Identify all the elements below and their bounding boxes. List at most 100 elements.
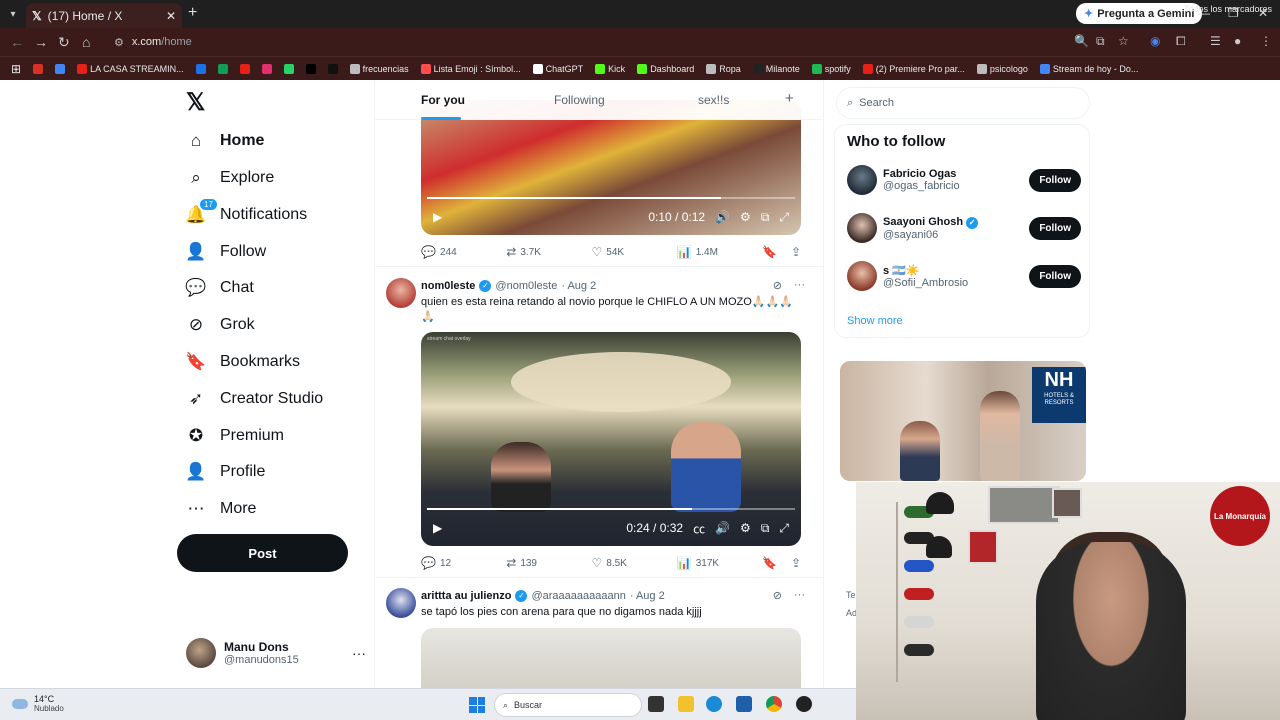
nav-item-bookmarks[interactable]: 🔖 Bookmarks: [185, 347, 300, 377]
author-name[interactable]: nom0leste: [421, 280, 475, 292]
edge-icon[interactable]: [706, 696, 722, 712]
all-bookmarks[interactable]: Todos los marcadores: [1184, 4, 1272, 14]
search-input[interactable]: ⌕ Search: [836, 87, 1090, 119]
views-button[interactable]: 📊 1.4M: [677, 245, 762, 259]
volume-icon[interactable]: 🔊: [715, 521, 730, 535]
bookmark-item[interactable]: [259, 63, 275, 74]
bookmark-item[interactable]: [52, 63, 68, 74]
nav-item-chat[interactable]: 💬 Chat: [185, 273, 253, 303]
windows-start-icon[interactable]: [469, 697, 485, 713]
volume-icon[interactable]: 🔊: [715, 210, 730, 224]
grok-icon[interactable]: ⊘: [773, 589, 782, 602]
url-bar[interactable]: ⚙ x.com/home: [106, 31, 1146, 53]
bookmark-item[interactable]: [237, 63, 253, 74]
chrome-icon[interactable]: [766, 696, 782, 712]
reply-button[interactable]: 💬 12: [421, 556, 506, 570]
nav-item-creator-studio[interactable]: ➶ Creator Studio: [186, 384, 323, 414]
bookmark-item[interactable]: Kick: [592, 63, 628, 74]
fullscreen-icon[interactable]: ⤢: [779, 210, 789, 225]
star-icon[interactable]: ☆: [1118, 34, 1129, 48]
bookmark-item[interactable]: Stream de hoy - Do...: [1037, 63, 1142, 74]
tab-following[interactable]: Following: [554, 93, 605, 107]
suggestion-row[interactable]: Saayoni Ghosh ✓ @sayani06 Follow: [847, 213, 1081, 243]
author-handle[interactable]: @nom0leste: [495, 280, 557, 292]
suggestion-name[interactable]: Fabricio Ogas: [883, 168, 960, 180]
bookmark-item[interactable]: Dashboard: [634, 63, 697, 74]
extensions-icon[interactable]: ⧠: [1176, 34, 1186, 49]
share-icon[interactable]: ⇪: [791, 245, 801, 259]
bookmark-icon[interactable]: 🔖: [762, 556, 777, 570]
sponsored-ad-image[interactable]: NH HOTELS & RESORTS: [840, 361, 1086, 481]
nav-item-profile[interactable]: 👤 Profile: [185, 457, 265, 487]
like-button[interactable]: ♡ 54K: [592, 245, 677, 259]
follow-button[interactable]: Follow: [1029, 216, 1081, 240]
fullscreen-icon[interactable]: ⤢: [779, 521, 789, 536]
post-button[interactable]: Post: [177, 534, 348, 572]
tab-search-icon[interactable]: ▾: [4, 5, 22, 23]
suggestion-row[interactable]: Fabricio Ogas @ogas_fabricio Follow: [847, 165, 1081, 195]
bookmark-item[interactable]: [193, 63, 209, 74]
bookmark-item[interactable]: psicologo: [974, 63, 1031, 74]
store-icon[interactable]: [736, 696, 752, 712]
bookmark-item[interactable]: ChatGPT: [530, 63, 587, 74]
tweet-date[interactable]: · Aug 2: [630, 590, 665, 602]
video-player[interactable]: stream chat overlay ▶ 0:24 / 0:32 ㏄ 🔊 ⚙ …: [421, 332, 801, 546]
tab-custom-list[interactable]: sex!!s: [698, 93, 729, 107]
bookmark-item[interactable]: [325, 63, 341, 74]
tweet-date[interactable]: · Aug 2: [561, 280, 596, 292]
extension-icon[interactable]: ◉: [1150, 34, 1160, 48]
bookmark-item[interactable]: [215, 63, 231, 74]
account-more-icon[interactable]: ···: [352, 645, 366, 661]
install-icon[interactable]: ⧉: [1096, 34, 1105, 49]
play-icon[interactable]: ▶: [433, 210, 442, 224]
tweet-more-icon[interactable]: ···: [794, 589, 805, 602]
obs-icon[interactable]: [796, 696, 812, 712]
x-logo-icon[interactable]: 𝕏: [186, 88, 205, 117]
suggestion-row[interactable]: s 🇦🇷☀️ @Sofii_Ambrosio Follow: [847, 261, 1081, 291]
repost-button[interactable]: ⇄ 139: [506, 556, 591, 570]
bookmark-item[interactable]: Ropa: [703, 63, 744, 74]
like-button[interactable]: ♡ 8.5K: [592, 556, 677, 570]
tab-close-icon[interactable]: ✕: [166, 9, 176, 23]
add-tab-icon[interactable]: +: [785, 90, 794, 107]
forward-icon[interactable]: →: [34, 34, 48, 50]
task-view-icon[interactable]: [648, 696, 664, 712]
media-icon[interactable]: ☰: [1210, 34, 1221, 48]
reload-icon[interactable]: ↻: [58, 34, 70, 51]
captions-icon[interactable]: ㏄: [693, 520, 705, 537]
nav-item-premium[interactable]: ✪ Premium: [186, 421, 284, 451]
browser-menu-icon[interactable]: ⋮: [1260, 34, 1272, 48]
follow-button[interactable]: Follow: [1029, 264, 1081, 288]
follow-button[interactable]: Follow: [1029, 168, 1081, 192]
browser-tab-active[interactable]: 𝕏 (17) Home / X ✕: [26, 3, 182, 28]
nav-item-home[interactable]: ⌂ Home: [186, 126, 265, 156]
bookmark-item[interactable]: [281, 63, 297, 74]
pip-icon[interactable]: ⧉: [761, 521, 770, 536]
avatar[interactable]: [386, 588, 416, 618]
weather-widget[interactable]: 14°C Nublado: [12, 694, 64, 714]
settings-icon[interactable]: ⚙: [740, 521, 751, 535]
site-info-icon[interactable]: ⚙: [114, 36, 124, 49]
account-switcher[interactable]: Manu Dons @manudons15 ···: [186, 638, 366, 668]
repost-button[interactable]: ⇄ 3.7K: [506, 245, 591, 259]
file-explorer-icon[interactable]: [678, 696, 694, 712]
home-page-icon[interactable]: ⌂: [82, 34, 90, 50]
nav-item-notifications[interactable]: 🔔 17 Notifications: [185, 199, 307, 230]
avatar[interactable]: [847, 261, 877, 291]
suggestion-name[interactable]: Saayoni Ghosh ✓: [883, 216, 979, 229]
avatar[interactable]: [847, 213, 877, 243]
bookmark-item[interactable]: Milanote: [750, 63, 803, 74]
bookmark-item[interactable]: (2) Premiere Pro par...: [860, 63, 968, 74]
back-icon[interactable]: ←: [10, 34, 24, 50]
reply-button[interactable]: 💬 244: [421, 245, 506, 259]
nav-item-grok[interactable]: ⊘ Grok: [186, 310, 255, 340]
nav-item-more[interactable]: ⋯ More: [186, 494, 257, 524]
bookmark-icon[interactable]: 🔖: [762, 245, 777, 259]
footer-link[interactable]: Te: [846, 590, 856, 600]
pip-icon[interactable]: ⧉: [761, 210, 770, 225]
show-more-link[interactable]: Show more: [847, 315, 903, 327]
tweet-more-icon[interactable]: ···: [794, 279, 805, 292]
views-button[interactable]: 📊 317K: [677, 556, 762, 570]
profile-avatar-icon[interactable]: ●: [1234, 34, 1241, 48]
bookmark-item[interactable]: LA CASA STREAMIN...: [74, 63, 187, 74]
